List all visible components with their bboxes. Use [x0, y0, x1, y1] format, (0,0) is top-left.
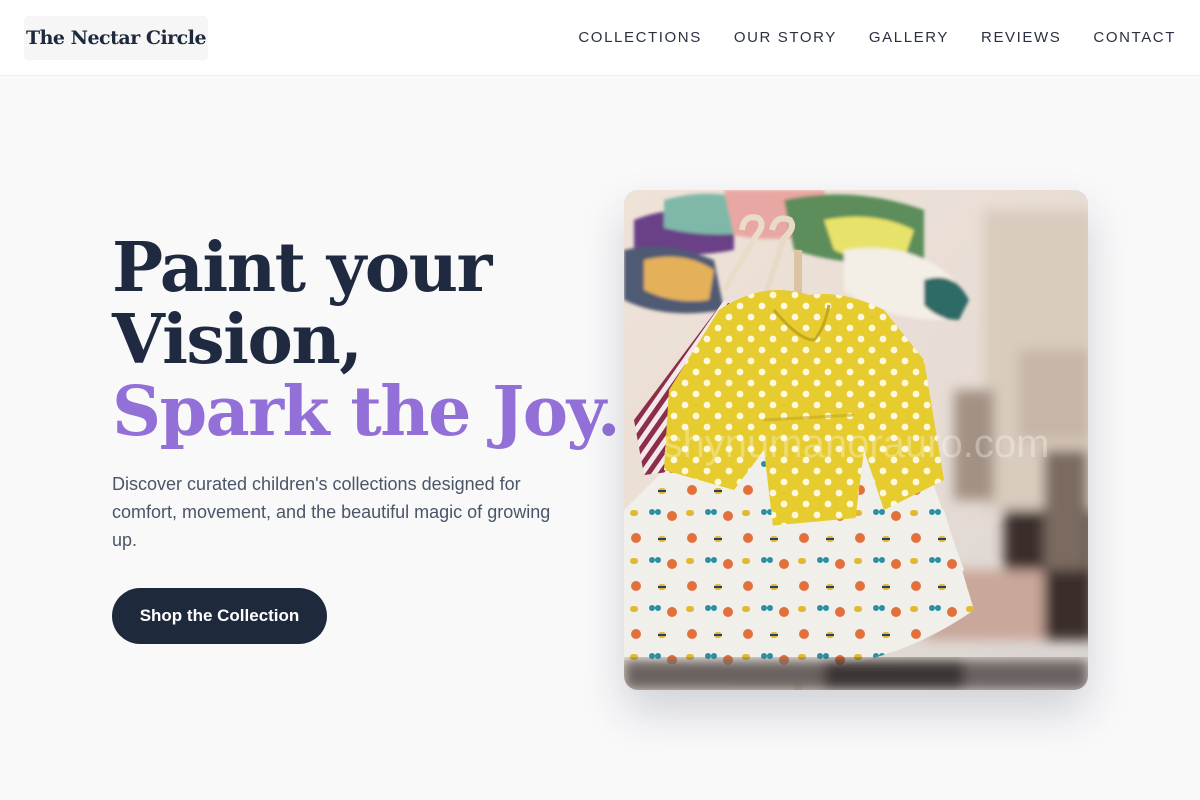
main-nav: COLLECTIONS OUR STORY GALLERY REVIEWS CO…: [578, 0, 1176, 74]
hero-image: shynumanorauro.com: [624, 190, 1088, 690]
hero-section: Paint your Vision, Spark the Joy. Discov…: [112, 228, 621, 644]
nav-item-reviews[interactable]: REVIEWS: [981, 29, 1061, 46]
nav-item-gallery[interactable]: GALLERY: [869, 29, 949, 46]
nav-item-contact[interactable]: CONTACT: [1093, 29, 1176, 46]
nav-item-our-story[interactable]: OUR STORY: [734, 29, 837, 46]
childrens-clothes-photo: [624, 190, 1088, 690]
headline-line-2: Vision,: [112, 300, 363, 380]
headline-line-1: Paint your: [112, 228, 492, 308]
hero-description: Discover curated children's collections …: [112, 474, 551, 550]
shop-collection-button[interactable]: Shop the Collection: [112, 588, 327, 644]
brand-logo[interactable]: The Nectar Circle: [24, 16, 208, 60]
hero-headline: Paint your Vision, Spark the Joy.: [112, 228, 621, 452]
site-header: The Nectar Circle COLLECTIONS OUR STORY …: [0, 0, 1200, 76]
headline-accent: Spark the Joy.: [112, 372, 621, 452]
nav-item-collections[interactable]: COLLECTIONS: [578, 29, 701, 46]
